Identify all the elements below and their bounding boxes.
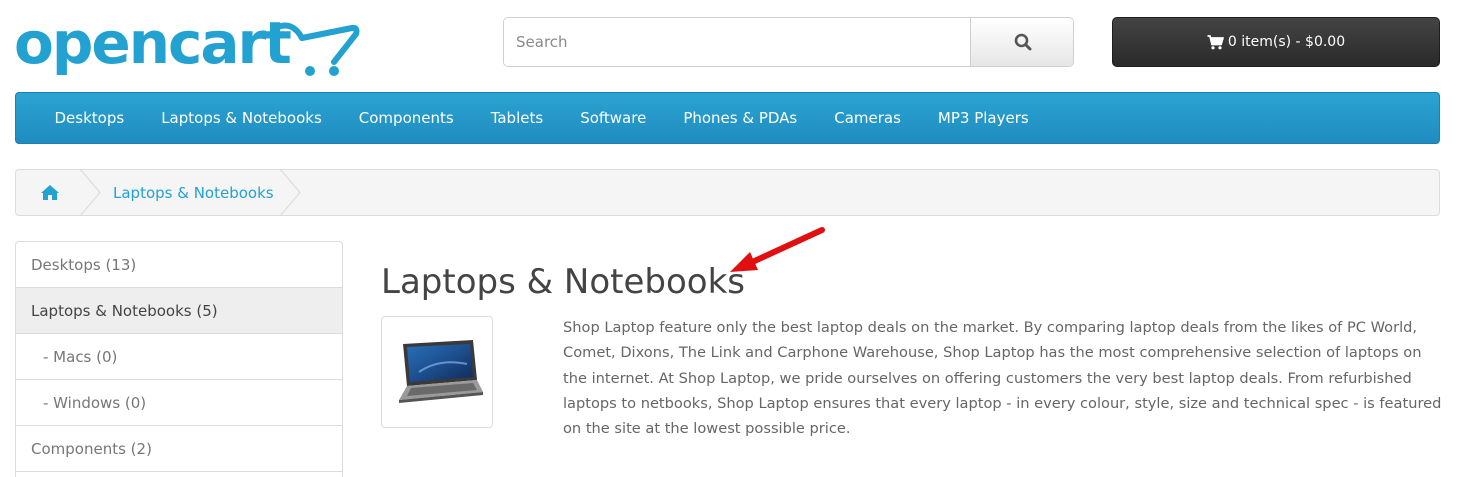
menu-item-phones-pdas[interactable]: Phones & PDAs — [665, 92, 816, 144]
home-icon — [41, 185, 59, 200]
annotation-arrow-icon — [730, 227, 825, 272]
menu-item-tablets[interactable]: Tablets — [472, 92, 562, 144]
breadcrumb-laptops-notebooks[interactable]: Laptops & Notebooks — [113, 170, 274, 216]
menu-item-laptops-notebooks[interactable]: Laptops & Notebooks — [143, 92, 341, 144]
search-button[interactable] — [970, 18, 1073, 66]
logo-cart-icon — [273, 22, 360, 76]
menu-item-desktops[interactable]: Desktops — [36, 92, 143, 144]
menu-item-mp3-players[interactable]: MP3 Players — [919, 92, 1047, 144]
page-title: Laptops & Notebooks — [381, 262, 745, 302]
search-icon — [1014, 33, 1031, 51]
laptop-image — [399, 340, 483, 403]
breadcrumb-home[interactable] — [40, 184, 60, 205]
cart-summary: 0 item(s) - $0.00 — [1227, 34, 1346, 50]
logo-text: opencart — [14, 9, 292, 77]
category-item-desktops[interactable]: Desktops (13) — [16, 242, 342, 288]
category-thumbnail — [381, 316, 493, 428]
category-list: Desktops (13) Laptops & Notebooks (5) - … — [15, 241, 343, 477]
category-item-components[interactable]: Components (2) — [16, 426, 342, 472]
menu-item-software[interactable]: Software — [562, 92, 665, 144]
main-menu: Desktops Laptops & Notebooks Components … — [15, 92, 1440, 144]
logo[interactable]: opencart — [14, 9, 360, 80]
cart-button[interactable]: 0 item(s) - $0.00 — [1112, 17, 1440, 67]
category-description: Shop Laptop feature only the best laptop… — [563, 319, 1442, 438]
menu-item-components[interactable]: Components — [340, 92, 472, 144]
category-item-laptops-notebooks[interactable]: Laptops & Notebooks (5) — [16, 288, 342, 334]
category-item-macs[interactable]: - Macs (0) — [16, 334, 342, 380]
breadcrumb-separator — [279, 169, 301, 216]
search-input[interactable] — [504, 18, 970, 66]
shopping-cart-icon — [1207, 34, 1224, 49]
category-item-windows[interactable]: - Windows (0) — [16, 380, 342, 426]
breadcrumb-separator — [79, 169, 101, 216]
search-bar — [503, 17, 1074, 67]
breadcrumb: Laptops & Notebooks — [15, 169, 1440, 216]
menu-item-cameras[interactable]: Cameras — [816, 92, 920, 144]
